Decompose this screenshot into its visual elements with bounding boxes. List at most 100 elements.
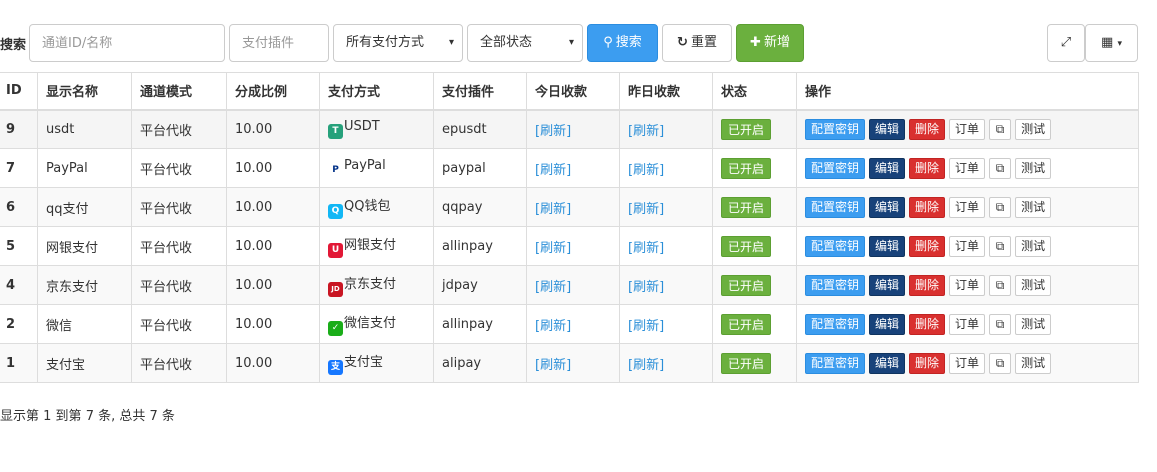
cell-rate: 10.00 bbox=[226, 304, 320, 344]
orders-button[interactable]: 订单 bbox=[949, 196, 986, 218]
status-toggle-button[interactable]: 已开启 bbox=[721, 157, 772, 179]
refresh-today-link[interactable]: [刷新] bbox=[535, 280, 571, 295]
copy-button[interactable]: ⧉ bbox=[989, 196, 1012, 218]
edit-button[interactable]: 编辑 bbox=[869, 235, 906, 257]
col-header-status[interactable]: 状态 bbox=[712, 72, 797, 111]
table-row[interactable]: 2 微信 平台代收 10.00 ✓ 微信支付 allinpay [刷新] [刷新] 已开启 配置密钥… bbox=[0, 304, 1139, 344]
refresh-today-link[interactable]: [刷新] bbox=[535, 202, 571, 217]
refresh-yesterday-link[interactable]: [刷新] bbox=[628, 163, 664, 178]
cell-rate: 10.00 bbox=[226, 226, 320, 266]
refresh-yesterday-link[interactable]: [刷新] bbox=[628, 280, 664, 295]
fullscreen-button[interactable]: ⤢ bbox=[1047, 24, 1085, 62]
status-toggle-button[interactable]: 已开启 bbox=[721, 274, 772, 296]
refresh-today-link[interactable]: [刷新] bbox=[535, 358, 571, 373]
test-button[interactable]: 测试 bbox=[1015, 313, 1052, 335]
delete-button[interactable]: 删除 bbox=[909, 235, 946, 257]
refresh-yesterday-link[interactable]: [刷新] bbox=[628, 202, 664, 217]
configure-key-button[interactable]: 配置密钥 bbox=[805, 352, 866, 374]
test-button[interactable]: 测试 bbox=[1015, 274, 1052, 296]
refresh-today-link[interactable]: [刷新] bbox=[535, 124, 571, 139]
table-row[interactable]: 5 网银支付 平台代收 10.00 U 网银支付 allinpay [刷新] [刷新] 已开启 配置… bbox=[0, 226, 1139, 266]
copy-button[interactable]: ⧉ bbox=[989, 313, 1012, 335]
test-button[interactable]: 测试 bbox=[1015, 118, 1052, 140]
status-toggle-button[interactable]: 已开启 bbox=[721, 196, 772, 218]
col-header-yesterday[interactable]: 昨日收款 bbox=[619, 72, 713, 111]
configure-key-button[interactable]: 配置密钥 bbox=[805, 196, 866, 218]
status-toggle-button[interactable]: 已开启 bbox=[721, 118, 772, 140]
orders-button[interactable]: 订单 bbox=[949, 313, 986, 335]
col-header-paytype[interactable]: 支付方式 bbox=[319, 72, 434, 111]
test-button[interactable]: 测试 bbox=[1015, 196, 1052, 218]
orders-button[interactable]: 订单 bbox=[949, 157, 986, 179]
delete-button[interactable]: 删除 bbox=[909, 157, 946, 179]
configure-key-button[interactable]: 配置密钥 bbox=[805, 235, 866, 257]
edit-button[interactable]: 编辑 bbox=[869, 196, 906, 218]
delete-button[interactable]: 删除 bbox=[909, 196, 946, 218]
refresh-today-link[interactable]: [刷新] bbox=[535, 319, 571, 334]
cell-status: 已开启 bbox=[712, 226, 797, 266]
status-toggle-button[interactable]: 已开启 bbox=[721, 235, 772, 257]
refresh-yesterday-link[interactable]: [刷新] bbox=[628, 358, 664, 373]
status-toggle-button[interactable]: 已开启 bbox=[721, 352, 772, 374]
copy-button[interactable]: ⧉ bbox=[989, 157, 1012, 179]
col-header-rate[interactable]: 分成比例 bbox=[226, 72, 320, 111]
paytype-select[interactable]: 所有支付方式 ▾ bbox=[333, 24, 463, 62]
col-header-plugin[interactable]: 支付插件 bbox=[433, 72, 527, 111]
add-button[interactable]: ✚ 新增 bbox=[736, 24, 804, 62]
test-button[interactable]: 测试 bbox=[1015, 352, 1052, 374]
cell-status: 已开启 bbox=[712, 265, 797, 305]
plugin-search-input[interactable] bbox=[229, 24, 329, 62]
channel-search-input[interactable] bbox=[29, 24, 225, 62]
copy-button[interactable]: ⧉ bbox=[989, 118, 1012, 140]
cell-plugin: alipay bbox=[433, 343, 527, 383]
columns-toggle-button[interactable]: ▦ ▾ bbox=[1085, 24, 1138, 62]
delete-button[interactable]: 删除 bbox=[909, 118, 946, 140]
status-toggle-button[interactable]: 已开启 bbox=[721, 313, 772, 335]
table-row[interactable]: 4 京东支付 平台代收 10.00 JD 京东支付 jdpay [刷新] [刷新] 已开启 配置密钥… bbox=[0, 265, 1139, 305]
table-row[interactable]: 6 qq支付 平台代收 10.00 Q QQ钱包 qqpay [刷新] [刷新] 已开启 配置密钥编… bbox=[0, 187, 1139, 227]
test-button[interactable]: 测试 bbox=[1015, 235, 1052, 257]
refresh-yesterday-link[interactable]: [刷新] bbox=[628, 319, 664, 334]
refresh-yesterday-link[interactable]: [刷新] bbox=[628, 241, 664, 256]
paytype-label: 京东支付 bbox=[344, 277, 397, 292]
edit-button[interactable]: 编辑 bbox=[869, 274, 906, 296]
configure-key-button[interactable]: 配置密钥 bbox=[805, 313, 866, 335]
copy-button[interactable]: ⧉ bbox=[989, 274, 1012, 296]
orders-button[interactable]: 订单 bbox=[949, 274, 986, 296]
delete-button[interactable]: 删除 bbox=[909, 274, 946, 296]
cell-today: [刷新] bbox=[526, 148, 620, 188]
copy-button[interactable]: ⧉ bbox=[989, 352, 1012, 374]
status-select[interactable]: 全部状态 ▾ bbox=[467, 24, 583, 62]
refresh-icon: ↻ bbox=[677, 35, 688, 50]
orders-button[interactable]: 订单 bbox=[949, 235, 986, 257]
col-header-mode[interactable]: 通道模式 bbox=[131, 72, 227, 111]
delete-button[interactable]: 删除 bbox=[909, 352, 946, 374]
col-header-actions: 操作 bbox=[796, 72, 1139, 111]
table-row[interactable]: 7 PayPal 平台代收 10.00 P PayPal paypal [刷新] [刷新] 已开启… bbox=[0, 148, 1139, 188]
reset-button[interactable]: ↻ 重置 bbox=[662, 24, 732, 62]
refresh-today-link[interactable]: [刷新] bbox=[535, 241, 571, 256]
edit-button[interactable]: 编辑 bbox=[869, 352, 906, 374]
orders-button[interactable]: 订单 bbox=[949, 118, 986, 140]
refresh-today-link[interactable]: [刷新] bbox=[535, 163, 571, 178]
col-header-id[interactable]: ID bbox=[0, 72, 38, 111]
table-row[interactable]: 9 usdt 平台代收 10.00 T USDT epusdt [刷新] [刷新] 已开启 配置密钥… bbox=[0, 109, 1139, 149]
cell-name: 京东支付 bbox=[37, 265, 132, 305]
cell-status: 已开启 bbox=[712, 343, 797, 383]
edit-button[interactable]: 编辑 bbox=[869, 118, 906, 140]
configure-key-button[interactable]: 配置密钥 bbox=[805, 118, 866, 140]
col-header-name[interactable]: 显示名称 bbox=[37, 72, 132, 111]
orders-button[interactable]: 订单 bbox=[949, 352, 986, 374]
configure-key-button[interactable]: 配置密钥 bbox=[805, 157, 866, 179]
copy-icon: ⧉ bbox=[995, 355, 1005, 370]
search-button[interactable]: ⚲ 搜索 bbox=[587, 24, 658, 62]
refresh-yesterday-link[interactable]: [刷新] bbox=[628, 124, 664, 139]
delete-button[interactable]: 删除 bbox=[909, 313, 946, 335]
test-button[interactable]: 测试 bbox=[1015, 157, 1052, 179]
copy-button[interactable]: ⧉ bbox=[989, 235, 1012, 257]
configure-key-button[interactable]: 配置密钥 bbox=[805, 274, 866, 296]
table-row[interactable]: 1 支付宝 平台代收 10.00 支支付宝 alipay [刷新] [刷新] 已开启 配置密钥 编辑… bbox=[0, 343, 1139, 383]
edit-button[interactable]: 编辑 bbox=[869, 157, 906, 179]
col-header-today[interactable]: 今日收款 bbox=[526, 72, 620, 111]
edit-button[interactable]: 编辑 bbox=[869, 313, 906, 335]
